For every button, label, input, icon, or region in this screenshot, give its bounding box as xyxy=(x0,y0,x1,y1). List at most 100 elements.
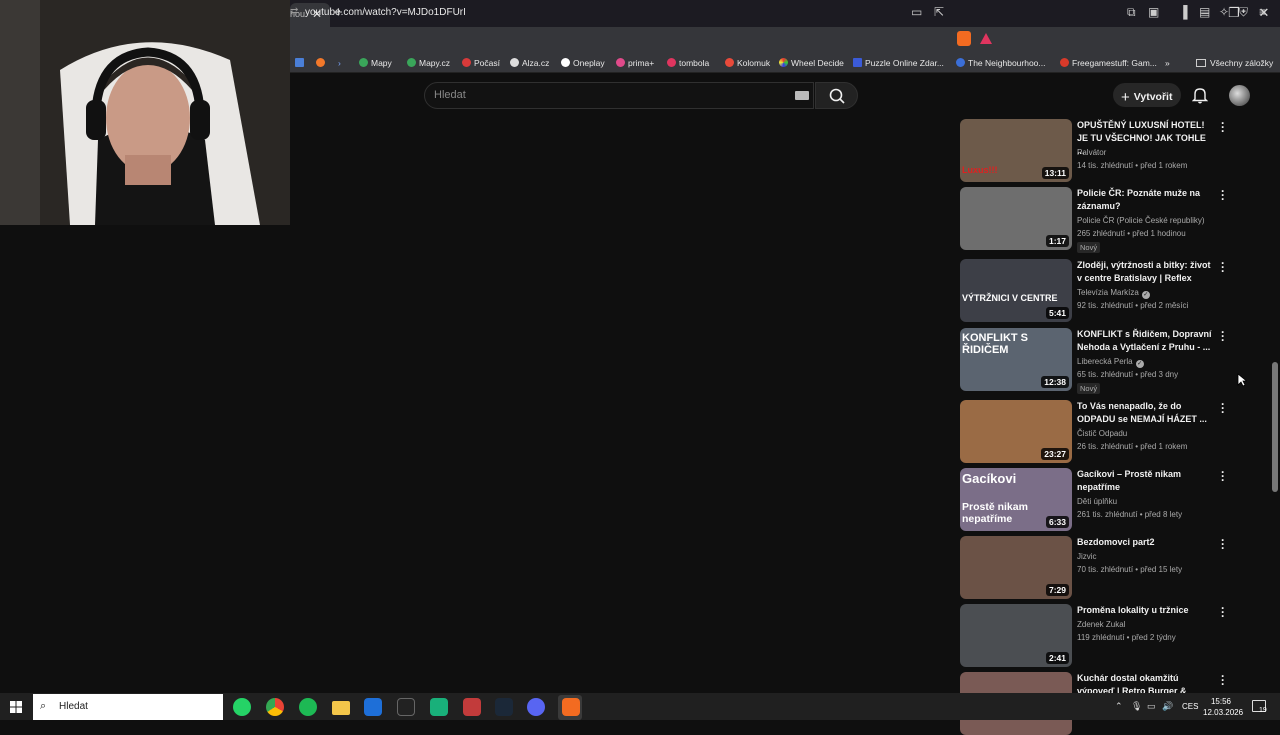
whatsapp-icon[interactable] xyxy=(233,698,251,716)
video-title[interactable]: Gacíkovi – Prostě nikam nepatříme xyxy=(1077,468,1214,494)
cast-icon[interactable]: ▭ xyxy=(911,5,922,19)
more-bookmarks-icon[interactable]: » xyxy=(1165,58,1170,68)
taskbar-search-icon: ⌕ xyxy=(40,700,47,712)
bookmark-pocasi[interactable]: Počasí xyxy=(462,58,500,68)
brave-icon[interactable] xyxy=(562,698,580,716)
video-title[interactable]: KONFLIKT s Řidičem, Dopravní Nehoda a Vy… xyxy=(1077,328,1214,354)
tray-chevron-icon[interactable]: ⌃ xyxy=(1115,701,1123,712)
notifications-bell-icon[interactable] xyxy=(1191,86,1209,109)
all-bookmarks[interactable]: Všechny záložky xyxy=(1196,58,1273,68)
video-thumbnail[interactable]: 7:29 xyxy=(960,536,1072,599)
video-channel[interactable]: Zdenek Zukal xyxy=(1077,620,1125,629)
network-icon[interactable]: ▭ xyxy=(1147,701,1156,712)
bookmark-kolomuk[interactable]: Kolomuk xyxy=(725,58,770,68)
leo-ai-icon[interactable]: ✧ xyxy=(1219,5,1229,19)
clock-time: 15:56 xyxy=(1210,697,1232,706)
more-actions-icon[interactable]: · · · xyxy=(1220,534,1226,554)
video-thumbnail[interactable]: 23:27 xyxy=(960,400,1072,463)
language-indicator[interactable]: CES xyxy=(1182,702,1198,711)
bookmark-icon-c[interactable] xyxy=(316,58,328,68)
more-actions-icon[interactable]: · · · xyxy=(1220,185,1226,205)
keyboard-icon[interactable] xyxy=(795,91,809,100)
spotify-icon[interactable] xyxy=(299,698,317,716)
webcam-overlay xyxy=(0,0,290,225)
bookmark-icon-h[interactable] xyxy=(295,58,307,68)
video-title[interactable]: Policie ČR: Poznáte muže na záznamu? xyxy=(1077,187,1214,213)
video-channel[interactable]: Čistič Odpadu xyxy=(1077,429,1127,438)
video-channel[interactable]: Policie ČR (Policie České republiky) xyxy=(1077,216,1205,225)
verified-check-icon: ✓ xyxy=(1141,291,1150,299)
bookmark-prima[interactable]: prima+ xyxy=(616,58,654,68)
create-button[interactable]: + Vytvořit xyxy=(1113,83,1181,107)
more-actions-icon[interactable]: · · · xyxy=(1220,326,1226,346)
bookmark-mapy-cz[interactable]: Mapy.cz xyxy=(407,58,450,68)
brave-rewards-icon[interactable] xyxy=(980,33,992,44)
video-channel[interactable]: Televízia Markíza ✓ xyxy=(1077,288,1150,299)
app-green-icon[interactable] xyxy=(430,698,448,716)
video-duration: 7:29 xyxy=(1045,584,1069,596)
bookmark-freegamestuff[interactable]: Freegamestuff: Gam... xyxy=(1060,58,1157,68)
vpn-icon[interactable]: ⛨ xyxy=(1239,5,1248,20)
tab-groups-icon[interactable]: ▣ xyxy=(1148,5,1159,19)
bookmark-alza[interactable]: Alza.cz xyxy=(510,58,549,68)
thumbnail-text: Luxus!!! xyxy=(962,165,998,175)
site-info-icon[interactable]: ⇄ xyxy=(290,6,298,17)
video-title[interactable]: Proměna lokality u tržnice xyxy=(1077,604,1214,617)
volume-icon[interactable]: 🔊 xyxy=(1162,701,1173,712)
video-channel[interactable]: Palvátor xyxy=(1077,148,1106,157)
more-actions-icon[interactable]: · · · xyxy=(1220,117,1226,137)
video-title[interactable]: Bezdomovci part2 xyxy=(1077,536,1214,549)
bookmark-wheel-decide[interactable]: Wheel Decide xyxy=(779,58,844,68)
search-icon xyxy=(829,88,845,104)
extensions-icon[interactable]: ⧉ xyxy=(1127,5,1136,20)
video-channel[interactable]: Děti úplňku xyxy=(1077,497,1117,506)
video-views-age: 92 tis. zhlédnutí • před 2 měsíci xyxy=(1077,301,1189,310)
brave-shield-icon[interactable] xyxy=(957,31,971,46)
taskbar-clock[interactable]: 15:56 12.03.2026 xyxy=(1203,696,1244,718)
more-actions-icon[interactable]: · · · xyxy=(1220,670,1226,690)
bookmark-oneplay[interactable]: Oneplay xyxy=(561,58,605,68)
video-thumbnail[interactable]: 1:17 xyxy=(960,187,1072,250)
video-thumbnail[interactable]: Luxus!!! 13:11 xyxy=(960,119,1072,182)
more-actions-icon[interactable]: · · · xyxy=(1220,398,1226,418)
bookmark-tombola[interactable]: tombola xyxy=(667,58,709,68)
sidebar-icon[interactable]: ▐ xyxy=(1179,5,1188,19)
microphone-icon[interactable]: 🎙 xyxy=(1131,701,1142,712)
clock-date: 12.03.2026 xyxy=(1203,708,1244,717)
video-duration: 5:41 xyxy=(1045,307,1069,319)
bookmark-puzzle-online[interactable]: Puzzle Online Zdar... xyxy=(853,58,944,68)
bookmark-icon-arrow[interactable]: › xyxy=(338,58,341,68)
more-actions-icon[interactable]: · · · xyxy=(1220,602,1226,622)
menu-icon[interactable]: ≡ xyxy=(1259,5,1266,19)
video-thumbnail[interactable]: 2:41 xyxy=(960,604,1072,667)
url-field[interactable]: youtube.com/watch?v=MJDo1DFUrI xyxy=(305,7,466,18)
steam-icon[interactable] xyxy=(495,698,513,716)
app-m-icon[interactable] xyxy=(364,698,382,716)
search-button[interactable] xyxy=(815,82,858,109)
more-actions-icon[interactable]: · · · xyxy=(1220,466,1226,486)
app-red-icon[interactable] xyxy=(463,698,481,716)
video-title[interactable]: To Vás nenapadlo, že do ODPADU se NEMAJÍ… xyxy=(1077,400,1214,426)
scrollbar-thumb[interactable] xyxy=(1272,362,1278,492)
video-thumbnail[interactable]: KONFLIKT S ŘIDIČEM 12:38 xyxy=(960,328,1072,391)
video-channel[interactable]: Jizvic xyxy=(1077,552,1097,561)
video-channel[interactable]: Liberecká Perla ✓ xyxy=(1077,357,1144,368)
bookmark-neighbourhood[interactable]: The Neighbourhoo... xyxy=(956,58,1046,68)
chrome-icon[interactable] xyxy=(266,698,284,716)
app-g-icon[interactable] xyxy=(397,698,415,716)
video-duration: 13:11 xyxy=(1041,167,1069,179)
discord-icon[interactable] xyxy=(527,698,545,716)
video-thumbnail[interactable]: Gacíkovi Prostě nikam nepatříme 6:33 xyxy=(960,468,1072,531)
video-title[interactable]: Zloději, výtržnosti a bitky: život v cen… xyxy=(1077,259,1214,285)
more-actions-icon[interactable]: · · · xyxy=(1220,257,1226,277)
file-explorer-icon[interactable] xyxy=(332,701,350,715)
search-input[interactable] xyxy=(424,82,814,109)
share-icon[interactable]: ⇱ xyxy=(934,5,944,19)
new-badge: Nový xyxy=(1077,242,1101,253)
video-thumbnail[interactable]: VÝTRŽNICI V CENTRE 5:41 xyxy=(960,259,1072,322)
windows-start-icon[interactable] xyxy=(10,700,22,718)
account-avatar[interactable] xyxy=(1229,85,1250,106)
taskbar-search-placeholder: Hledat xyxy=(59,701,88,712)
bookmark-mapy[interactable]: Mapy xyxy=(359,58,392,68)
wallet-icon[interactable]: ▤ xyxy=(1199,5,1210,19)
